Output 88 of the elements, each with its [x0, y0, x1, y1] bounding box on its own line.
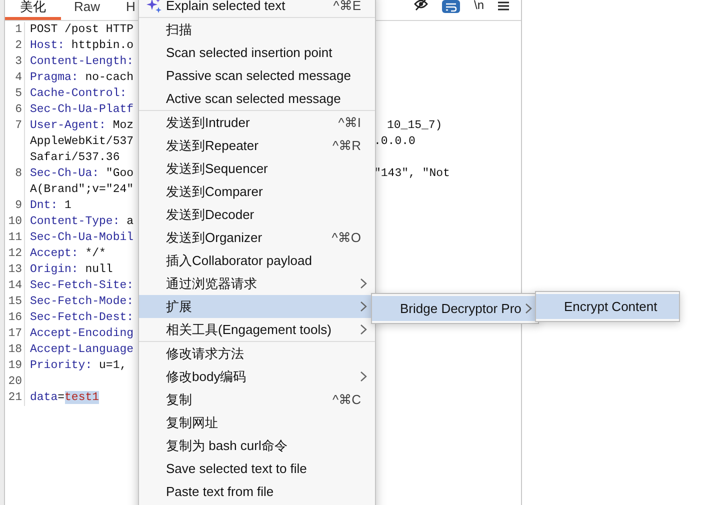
menu-item[interactable]: Passive scan selected message [139, 64, 375, 87]
code-text: a [126, 215, 134, 228]
code-text: = [58, 391, 65, 404]
menu-item[interactable]: Bridge Decryptor Pro [372, 296, 538, 321]
code-text: A(Brand";v="24" [30, 183, 134, 196]
tab[interactable]: 美化 [5, 0, 61, 20]
sparkle-icon [146, 0, 162, 14]
menu-icon[interactable] [498, 1, 509, 11]
menu-item[interactable]: Scan selected insertion point [139, 41, 375, 64]
code-text: AppleWebKit/537 [30, 135, 134, 148]
code-text: */* [84, 247, 106, 260]
code-text: POST /post HTTP [30, 23, 134, 36]
code-text: Content-Length: [30, 55, 134, 68]
code-text: "Goo [104, 167, 134, 180]
code-text: no-cach [84, 71, 134, 84]
code-text: Sec-Ch-Ua: [30, 167, 100, 180]
code-text: Sec-Fetch-Mode: [30, 295, 134, 308]
code-text: 10_15_7) [387, 118, 442, 134]
menu-item[interactable]: 发送到Intruder ^⌘I [139, 111, 375, 134]
eye-slash-icon[interactable] [414, 0, 428, 11]
tab[interactable]: Raw [61, 0, 114, 17]
menu-item[interactable]: 发送到Sequencer [139, 157, 375, 180]
line-number: 14 [8, 279, 22, 292]
code-text: "143", "Not [374, 166, 450, 182]
code-text: Safari/537.36 [30, 151, 120, 164]
line-number: 20 [8, 375, 22, 388]
code-text: Sec-Ch-Ua-Platf [30, 103, 134, 116]
menu-item[interactable]: 发送到Organizer ^⌘O [139, 226, 375, 249]
code-text: Dnt: [30, 199, 58, 212]
menu-item[interactable]: Save selected text to file [139, 457, 375, 480]
line-number: 6 [15, 103, 22, 116]
code-text: httpbin.o [70, 39, 134, 52]
code-text: Host: [30, 39, 65, 52]
code-text: null [84, 263, 113, 276]
newline-button[interactable]: \n [474, 0, 484, 11]
menu-item[interactable]: 插入Collaborator payload [139, 249, 375, 272]
menu-item[interactable]: Paste text from file [139, 480, 375, 503]
code-text: Accept: [30, 247, 78, 260]
line-number: 13 [8, 263, 22, 276]
line-number: 17 [8, 327, 22, 340]
code-text: test1 [64, 391, 100, 404]
menu-item[interactable]: 发送到Comparer [139, 180, 375, 203]
code-text: Cache-Control: [30, 87, 127, 100]
code-text: User-Agent: [30, 119, 106, 132]
code-text: 1 [64, 199, 72, 212]
menu-item[interactable]: Explain selected text ^⌘E [139, 0, 375, 17]
line-number: 18 [8, 343, 22, 356]
code-text: Moz [112, 119, 134, 132]
line-number: 3 [15, 55, 22, 68]
menu-item[interactable]: 复制为 bash curl命令 [139, 434, 375, 457]
code-text: Pragma: [30, 71, 78, 84]
line-number: 15 [8, 295, 22, 308]
code-text: Origin: [30, 263, 78, 276]
menu-item[interactable]: 通过浏览器请求 [139, 272, 375, 295]
line-number: 16 [8, 311, 22, 324]
menu-item[interactable]: 扫描 [139, 18, 375, 41]
wrap-toggle[interactable] [442, 0, 460, 13]
line-number: 11 [8, 231, 22, 244]
code-text: Sec-Ch-Ua-Mobil [30, 231, 134, 244]
code-text: data [30, 391, 58, 404]
line-number: 5 [15, 87, 22, 100]
code-text: Accept-Language [30, 343, 134, 356]
code-text: u=1, [98, 359, 127, 372]
code-text: Sec-Fetch-Site: [30, 279, 134, 292]
menu-item[interactable]: Encrypt Content [536, 294, 679, 319]
menu-item[interactable]: 复制网址 [139, 411, 375, 434]
line-number: 12 [8, 247, 22, 260]
line-number: 7 [15, 119, 22, 132]
code-text: Sec-Fetch-Dest: [30, 311, 134, 324]
menu-item[interactable]: 相关工具(Engagement tools) [139, 318, 375, 341]
code-text: Priority: [30, 359, 92, 372]
menu-item[interactable]: Active scan selected message [139, 87, 375, 110]
line-number: 21 [8, 391, 22, 404]
menu-item[interactable]: 修改body编码 [139, 365, 375, 388]
menu-item[interactable]: 发送到Decoder [139, 203, 375, 226]
menu-item[interactable]: 修改请求方法 [139, 342, 375, 365]
line-number: 4 [15, 71, 22, 84]
line-number: 2 [15, 39, 22, 52]
menu-item[interactable]: 复制 ^⌘C [139, 388, 375, 411]
line-number: 9 [15, 199, 22, 212]
code-text: Accept-Encoding [30, 327, 134, 340]
menu-item[interactable]: 发送到Repeater ^⌘R [139, 134, 375, 157]
line-number: 10 [8, 215, 22, 228]
line-number: 19 [8, 359, 22, 372]
line-number: 1 [15, 23, 22, 36]
code-text: Content-Type: [30, 215, 120, 228]
line-number: 8 [15, 167, 22, 180]
code-text: .0.0.0 [374, 134, 416, 150]
